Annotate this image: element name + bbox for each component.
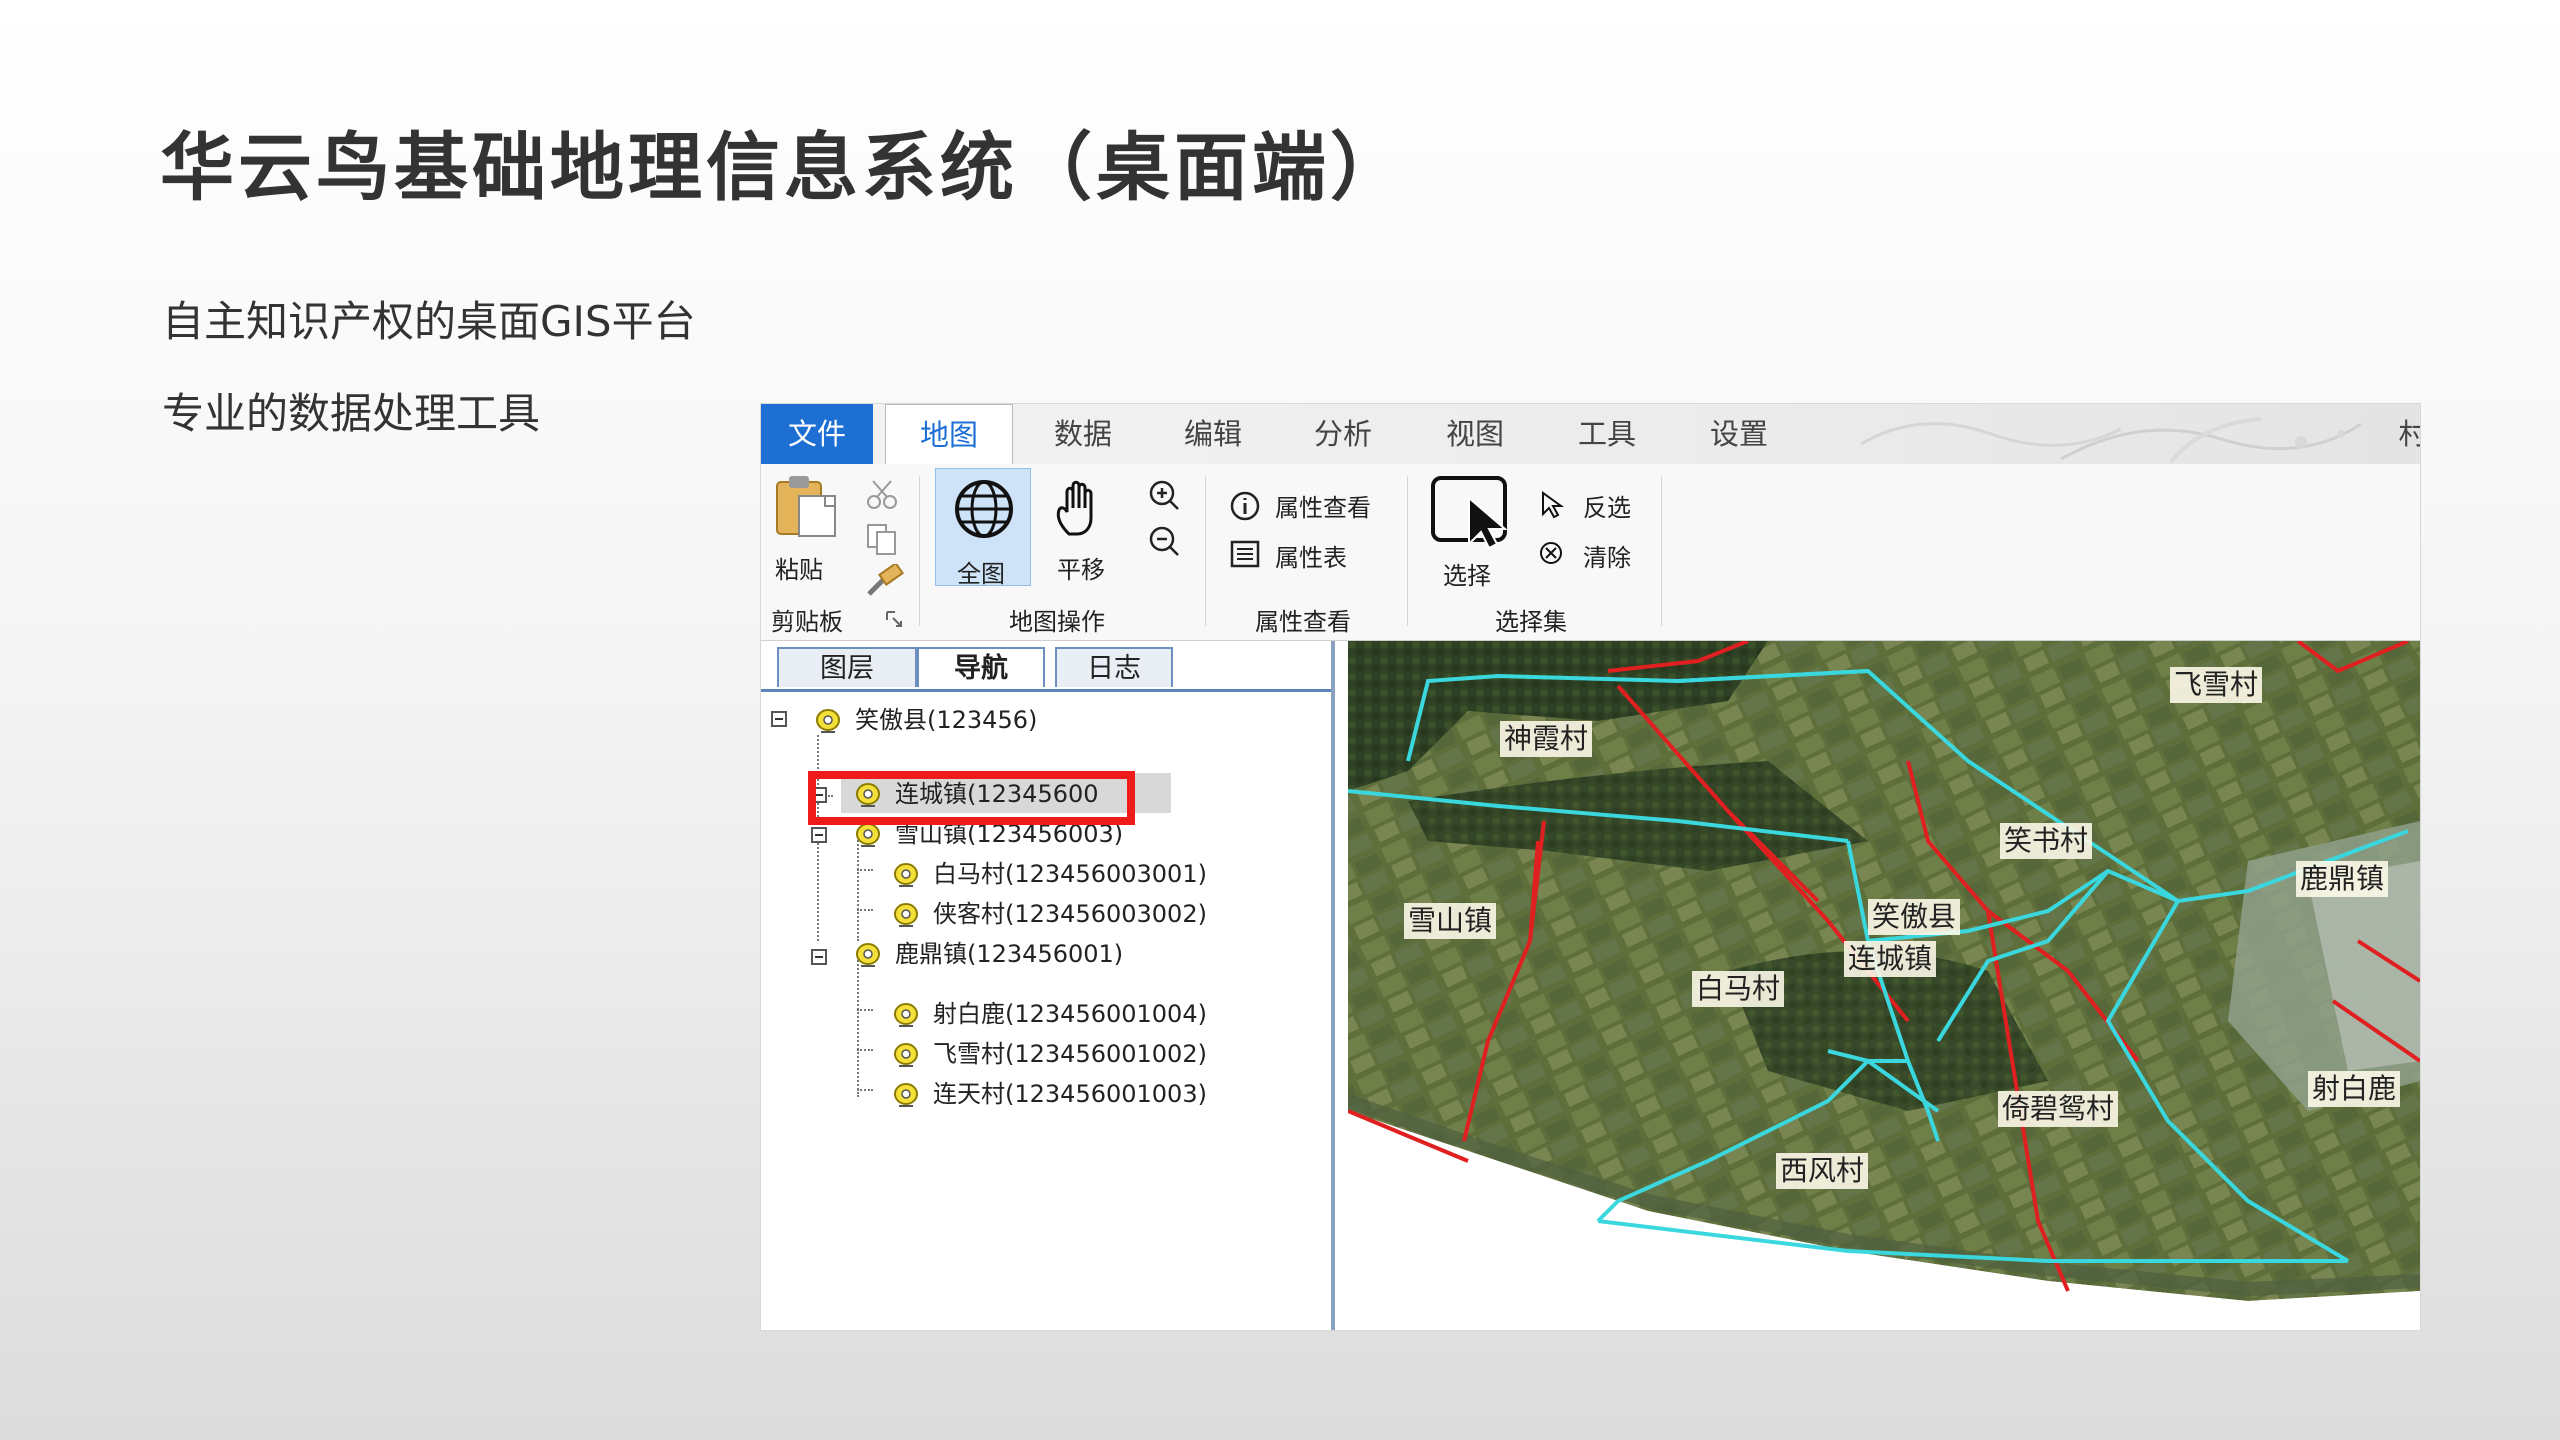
map-label: 射白鹿 (2308, 1071, 2401, 1107)
location-pin-icon (894, 1043, 918, 1067)
full-extent-label: 全图 (957, 560, 1005, 588)
clipboard-group-label: 剪贴板 (771, 608, 843, 636)
pointer-icon (1542, 491, 1565, 519)
tree-node-label: 连天村(123456001003) (933, 1080, 1207, 1108)
expander-icon[interactable] (771, 711, 787, 727)
panel-tab-bar: 图层 导航 日志 (761, 641, 1331, 692)
tree-node-label: 飞雪村(123456001002) (933, 1040, 1207, 1068)
clear-icon (1540, 542, 1562, 564)
tree-node-label: 笑傲县(123456) (855, 706, 1038, 734)
map-view[interactable]: 神霞村 飞雪村 笑书村 鹿鼎镇 雪山镇 笑傲县 连城镇 白马村 射白鹿 倚碧鸳村… (1348, 641, 2420, 1330)
tab-overflow: 村 (2398, 417, 2420, 451)
pan-hand-icon[interactable] (1051, 478, 1115, 542)
location-pin-icon (816, 709, 840, 733)
tree-node[interactable]: 白马村(123456003001) (891, 855, 1207, 893)
pan-label: 平移 (1057, 556, 1105, 584)
globe-icon (955, 480, 1013, 538)
map-label: 连城镇 (1844, 941, 1937, 977)
selection-group-label: 选择集 (1495, 608, 1567, 636)
tab-view[interactable]: 视图 (1425, 404, 1525, 464)
location-pin-icon (894, 903, 918, 927)
location-pin-icon (894, 1083, 918, 1107)
paste-icon[interactable] (769, 472, 841, 538)
attr-view-group-label: 属性查看 (1255, 608, 1351, 636)
location-pin-icon (894, 1003, 918, 1027)
tab-analysis[interactable]: 分析 (1293, 404, 1393, 464)
table-icon (1230, 540, 1260, 568)
map-label: 倚碧鸳村 (1998, 1091, 2119, 1127)
tree-node[interactable]: 鹿鼎镇(123456001) (853, 935, 1123, 973)
map-label: 雪山镇 (1404, 903, 1497, 939)
region-tree: 笑傲县(123456) 连城镇(12345600 雪山镇(123456003) … (761, 691, 1331, 1321)
map-label: 鹿鼎镇 (2296, 861, 2389, 897)
clear-selection-button[interactable]: 清除 (1583, 538, 1631, 573)
select-cursor-icon[interactable] (1429, 474, 1513, 550)
dialog-launcher-icon[interactable] (885, 610, 905, 630)
navigation-panel: 图层 导航 日志 笑傲县(123456) 连城镇(12345600 雪山镇(12… (761, 641, 1335, 1330)
tree-node[interactable]: 连天村(123456001003) (891, 1075, 1207, 1113)
tab-map[interactable]: 地图 (885, 404, 1013, 465)
tab-data[interactable]: 数据 (1033, 404, 1133, 464)
tree-node[interactable]: 侠客村(123456003002) (891, 895, 1207, 933)
tree-node-label: 白马村(123456003001) (933, 860, 1207, 888)
cut-icon[interactable] (865, 478, 899, 512)
select-label: 选择 (1443, 562, 1491, 590)
info-icon (1230, 491, 1260, 521)
tree-node-label: 鹿鼎镇(123456001) (895, 940, 1124, 968)
tree-node-label: 射白鹿(123456001004) (933, 1000, 1207, 1028)
map-label: 西风村 (1776, 1153, 1869, 1189)
gis-app-screenshot: 文件 地图 数据 编辑 分析 视图 工具 设置 村 粘贴 剪贴板 全图 平移 地… (761, 404, 2420, 1330)
panel-tab-layers[interactable]: 图层 (777, 647, 917, 687)
map-label: 笑傲县 (1868, 899, 1961, 935)
expander-icon[interactable] (811, 949, 827, 965)
decorative-swirl (1860, 417, 2362, 464)
ribbon-body: 粘贴 剪贴板 全图 平移 地图操作 属性查看 属性表 属性查看 选择 反选 清除… (761, 464, 2420, 641)
map-label: 神霞村 (1500, 721, 1593, 757)
ribbon-tab-bar: 文件 地图 数据 编辑 分析 视图 工具 设置 村 (761, 404, 2420, 465)
subtitle-gis-platform: 自主知识产权的桌面GIS平台 (162, 297, 696, 346)
paste-label: 粘贴 (775, 556, 823, 584)
tab-edit[interactable]: 编辑 (1163, 404, 1263, 464)
attribute-query-button[interactable]: 属性查看 (1275, 488, 1371, 523)
subtitle-data-tools: 专业的数据处理工具 (162, 389, 541, 438)
panel-tab-log[interactable]: 日志 (1055, 647, 1173, 687)
attribute-table-button[interactable]: 属性表 (1275, 538, 1347, 573)
tree-node-label: 侠客村(123456003002) (933, 900, 1207, 928)
location-pin-icon (856, 943, 880, 967)
zoom-in-icon[interactable] (1147, 478, 1181, 512)
selection-highlight-box (808, 771, 1135, 825)
tree-node[interactable]: 射白鹿(123456001004) (891, 995, 1207, 1033)
zoom-out-icon[interactable] (1147, 524, 1181, 558)
copy-icon[interactable] (865, 522, 899, 556)
format-painter-icon[interactable] (865, 564, 905, 598)
map-label: 飞雪村 (2170, 667, 2263, 703)
tree-node[interactable]: 飞雪村(123456001002) (891, 1035, 1207, 1073)
map-label: 笑书村 (2000, 823, 2093, 859)
map-label: 白马村 (1692, 971, 1785, 1007)
expander-icon[interactable] (811, 827, 827, 843)
tree-node[interactable]: 笑傲县(123456) (813, 701, 1037, 739)
tab-file[interactable]: 文件 (761, 404, 873, 464)
invert-selection-button[interactable]: 反选 (1583, 488, 1631, 523)
tab-settings[interactable]: 设置 (1689, 404, 1789, 464)
tab-tools[interactable]: 工具 (1557, 404, 1657, 464)
panel-tab-navigation[interactable]: 导航 (917, 647, 1045, 687)
slide-title: 华云鸟基础地理信息系统（桌面端） (160, 125, 1408, 211)
map-ops-group-label: 地图操作 (1009, 608, 1105, 636)
location-pin-icon (894, 863, 918, 887)
